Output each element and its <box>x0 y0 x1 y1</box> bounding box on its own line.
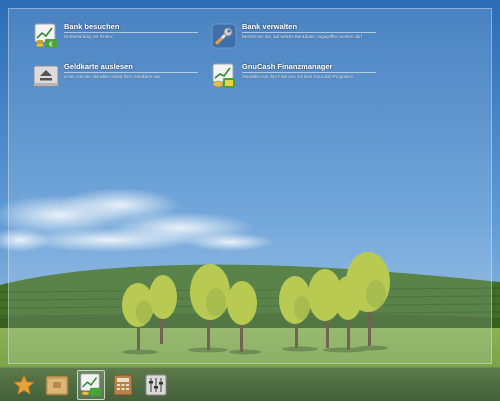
launcher-entry-gnucash[interactable]: GnuCash Finanzmanager Verwalten Sie Ihre… <box>211 62 376 94</box>
dock-calculator-button[interactable] <box>111 373 135 397</box>
wrench-tool-icon <box>211 23 237 49</box>
dock-banking-button[interactable] <box>77 370 105 400</box>
calculator-icon <box>113 374 133 396</box>
dock-bar <box>0 367 500 401</box>
entry-title: Bank besuchen <box>64 22 120 31</box>
entry-title: Geldkarte auslesen <box>64 62 133 71</box>
entry-divider <box>64 72 198 73</box>
entry-title: Bank verwalten <box>242 22 298 31</box>
folder-icon <box>45 375 69 396</box>
entry-description: Verwalten Sie Ihre Finanzen mit dem GnuC… <box>242 74 354 79</box>
launcher-entry-bank-besuchen[interactable]: € Bank besuchen Onlinebanking mit Firefo… <box>33 22 198 54</box>
entry-description: Lesen Sie den aktuellen Stand Ihrer Geld… <box>64 74 161 79</box>
dock-settings-button[interactable] <box>144 373 168 397</box>
entry-description: Bestimmen Sie, auf welche Bankdaten zuge… <box>242 34 362 39</box>
star-icon <box>13 374 35 396</box>
svg-text:€: € <box>49 42 53 49</box>
launcher-entry-geldkarte-auslesen[interactable]: Geldkarte auslesen Lesen Sie den aktuell… <box>33 62 198 94</box>
entry-divider <box>64 32 198 33</box>
eject-card-reader-icon <box>33 65 59 87</box>
dock-files-button[interactable] <box>45 373 69 397</box>
bank-chart-coins-icon: € <box>34 23 57 49</box>
gnucash-chart-coins-icon <box>212 63 235 88</box>
mixer-settings-icon <box>145 374 167 396</box>
entry-divider <box>242 72 376 73</box>
launcher-panel: € Bank besuchen Onlinebanking mit Firefo… <box>8 8 492 364</box>
dock-favorites-button[interactable] <box>12 373 36 397</box>
entry-title: GnuCash Finanzmanager <box>242 62 333 71</box>
entry-description: Onlinebanking mit Firefox <box>64 34 113 39</box>
entry-divider <box>242 32 376 33</box>
launcher-entry-bank-verwalten[interactable]: Bank verwalten Bestimmen Sie, auf welche… <box>211 22 376 54</box>
bank-chart-coins-icon <box>80 373 102 397</box>
